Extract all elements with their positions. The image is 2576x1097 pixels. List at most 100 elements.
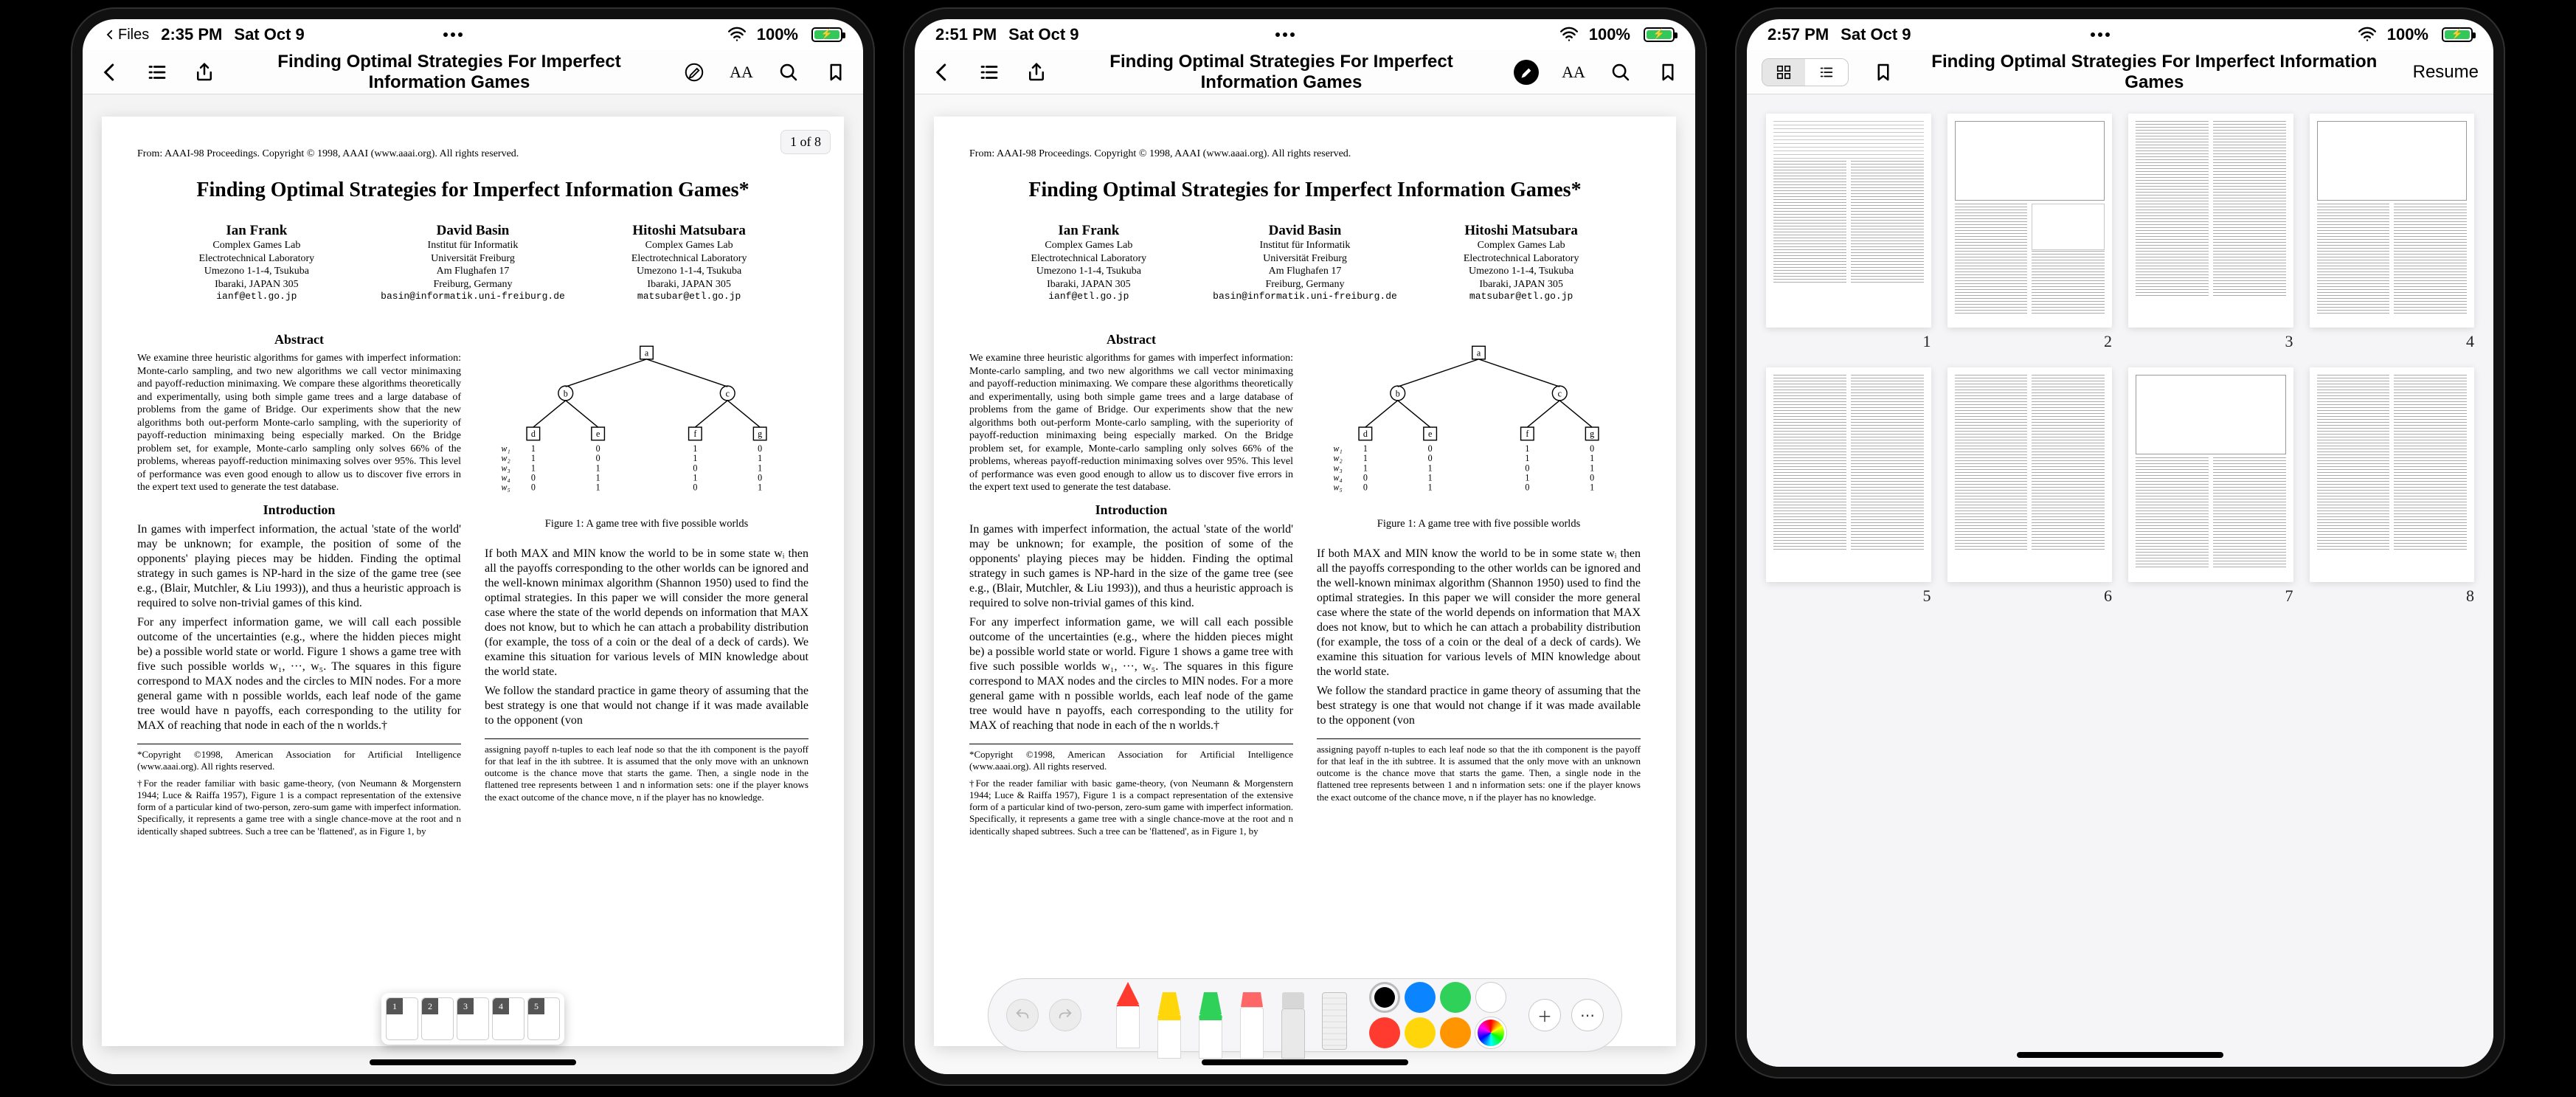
add-button[interactable]: ＋ xyxy=(1528,999,1561,1031)
redo-button[interactable] xyxy=(1049,999,1081,1031)
svg-text:0: 0 xyxy=(531,472,536,482)
search-icon[interactable] xyxy=(1608,60,1633,85)
abstract-body: We examine three heuristic algorithms fo… xyxy=(137,352,461,494)
intro-p1: In games with imperfect information, the… xyxy=(137,522,461,611)
grid-view[interactable] xyxy=(1762,59,1805,86)
svg-text:1: 1 xyxy=(1363,453,1368,463)
svg-text:1: 1 xyxy=(758,482,762,492)
svg-text:g: g xyxy=(1590,429,1594,439)
page-thumb-7[interactable] xyxy=(2128,367,2293,581)
svg-text:a: a xyxy=(645,347,649,358)
undo-button[interactable] xyxy=(1006,999,1039,1031)
bookmark-icon[interactable] xyxy=(823,60,848,85)
status-date: Sat Oct 9 xyxy=(1841,25,1911,44)
document-viewport[interactable]: From: AAAI-98 Proceedings. Copyright © 1… xyxy=(915,94,1695,1074)
page-thumb-8[interactable] xyxy=(2310,367,2475,581)
search-icon[interactable] xyxy=(776,60,801,85)
svg-text:0: 0 xyxy=(693,463,697,473)
lasso-tool[interactable] xyxy=(1278,992,1309,1059)
more-button[interactable]: ⋯ xyxy=(1571,999,1604,1031)
app-switcher-preview[interactable] xyxy=(381,993,564,1045)
page-thumb-label: 2 xyxy=(1947,332,2113,351)
multitask-dots[interactable] xyxy=(1275,32,1334,37)
highlighter-green[interactable] xyxy=(1195,992,1226,1059)
resume-button[interactable]: Resume xyxy=(2413,62,2479,83)
figure-1-caption: Figure 1: A game tree with five possible… xyxy=(485,517,809,530)
svg-text:1: 1 xyxy=(758,453,762,463)
share-icon[interactable] xyxy=(192,60,217,85)
page-thumb-label: 1 xyxy=(1766,332,1931,351)
back-icon[interactable] xyxy=(929,60,955,85)
svg-text:0: 0 xyxy=(1525,482,1529,492)
page-thumb-6[interactable] xyxy=(1947,367,2113,581)
svg-text:e: e xyxy=(596,429,600,439)
swatch-white[interactable] xyxy=(1475,982,1506,1013)
multitask-dots[interactable] xyxy=(443,32,502,37)
page-thumb-1[interactable] xyxy=(1766,114,1931,328)
toc-icon[interactable] xyxy=(145,60,170,85)
text-size-icon[interactable]: AA xyxy=(729,60,754,85)
svg-text:w₄: w₄ xyxy=(501,472,510,482)
bookmark-icon[interactable] xyxy=(1871,60,1896,85)
svg-text:0: 0 xyxy=(596,453,600,463)
svg-text:0: 0 xyxy=(596,443,600,453)
battery-icon: ⚡ xyxy=(2439,27,2473,42)
svg-text:1: 1 xyxy=(596,472,600,482)
color-swatches[interactable] xyxy=(1369,982,1506,1048)
swatch-blue[interactable] xyxy=(1405,982,1436,1013)
wifi-icon xyxy=(2358,25,2377,44)
swatch-orange[interactable] xyxy=(1440,1017,1471,1048)
svg-text:w₄: w₄ xyxy=(1333,472,1342,482)
multitask-dots[interactable] xyxy=(2091,32,2150,37)
markup-icon-active[interactable] xyxy=(1514,60,1539,85)
svg-text:1: 1 xyxy=(1428,482,1433,492)
thumbnail-grid-area[interactable]: 12345678 xyxy=(1747,94,2493,1067)
svg-text:0: 0 xyxy=(758,443,762,453)
svg-text:g: g xyxy=(758,429,762,439)
battery-icon: ⚡ xyxy=(809,27,842,42)
status-date: Sat Oct 9 xyxy=(1008,25,1078,44)
swatch-red[interactable] xyxy=(1369,1017,1400,1048)
svg-text:1: 1 xyxy=(1428,463,1433,473)
list-view[interactable] xyxy=(1805,59,1848,86)
pdf-page-1: From: AAAI-98 Proceedings. Copyright © 1… xyxy=(934,117,1676,1046)
page-thumb-label: 7 xyxy=(2128,586,2293,606)
page-thumb-label: 3 xyxy=(2128,332,2293,351)
highlighter-yellow[interactable] xyxy=(1154,992,1185,1059)
home-indicator[interactable] xyxy=(2017,1052,2223,1058)
markup-icon[interactable] xyxy=(682,60,707,85)
bookmark-icon[interactable] xyxy=(1655,60,1680,85)
swatch-yellow[interactable] xyxy=(1405,1017,1436,1048)
svg-text:0: 0 xyxy=(758,472,762,482)
toc-icon[interactable] xyxy=(977,60,1002,85)
right-col-fn: assigning payoff n-tuples to each leaf n… xyxy=(485,744,809,803)
ipad-device-left: Files 2:35 PM Sat Oct 9 100% ⚡ xyxy=(71,7,875,1086)
svg-text:1: 1 xyxy=(1525,453,1529,463)
svg-text:f: f xyxy=(693,429,697,439)
footnote-reader: †For the reader familiar with basic game… xyxy=(137,778,461,837)
svg-text:1: 1 xyxy=(1590,453,1594,463)
svg-text:0: 0 xyxy=(1428,443,1433,453)
view-toggle[interactable] xyxy=(1762,58,1849,86)
page-thumb-4[interactable] xyxy=(2310,114,2475,328)
page-thumb-2[interactable] xyxy=(1947,114,2113,328)
doc-title: Finding Optimal Strategies For Imperfect… xyxy=(238,52,661,93)
page-thumb-3[interactable] xyxy=(2128,114,2293,328)
home-indicator[interactable] xyxy=(1202,1059,1408,1065)
swatch-green[interactable] xyxy=(1440,982,1471,1013)
document-viewport[interactable]: 1 of 8 From: AAAI-98 Proceedings. Copyri… xyxy=(83,94,863,1074)
ruler-tool[interactable] xyxy=(1319,992,1350,1059)
swatch-black[interactable] xyxy=(1369,982,1400,1013)
eraser-tool[interactable] xyxy=(1236,992,1267,1059)
pen-tool[interactable] xyxy=(1112,982,1143,1048)
swatch-picker[interactable] xyxy=(1475,1017,1506,1048)
home-indicator[interactable] xyxy=(370,1059,576,1065)
page-thumb-5[interactable] xyxy=(1766,367,1931,581)
markup-palette[interactable]: ＋ ⋯ xyxy=(988,978,1622,1052)
back-to-app[interactable]: Files xyxy=(103,27,149,44)
svg-text:1: 1 xyxy=(758,463,762,473)
share-icon[interactable] xyxy=(1024,60,1049,85)
back-icon[interactable] xyxy=(97,60,122,85)
svg-text:b: b xyxy=(564,388,568,398)
text-size-icon[interactable]: AA xyxy=(1561,60,1586,85)
